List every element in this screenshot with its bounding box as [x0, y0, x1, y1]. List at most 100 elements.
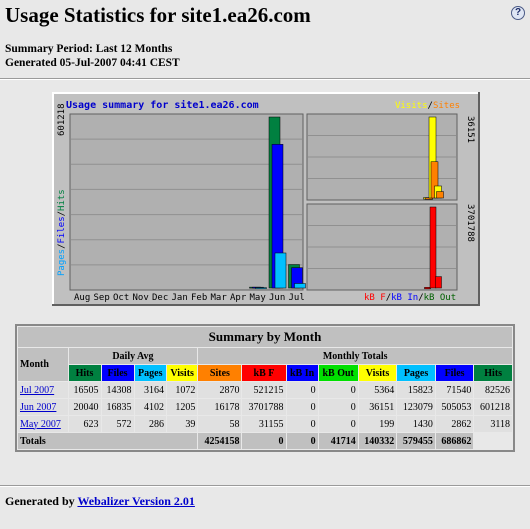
month-label-may: May [250, 293, 267, 303]
month-label-mar: Mar [211, 293, 228, 303]
table-cell: 0 [318, 399, 358, 415]
footer: Generated by Webalizer Version 2.01 [5, 494, 195, 509]
month-label-sep: Sep [94, 293, 110, 303]
divider [0, 485, 530, 487]
table-cell: 3701788 [242, 399, 286, 415]
table-cell: 58 [198, 416, 242, 432]
totals-cell: 41714 [318, 433, 358, 449]
col-header-pages: Pages [134, 365, 166, 381]
col-header-visits: Visits [166, 365, 198, 381]
divider [0, 78, 530, 80]
monthly-totals-header: Monthly Totals [198, 348, 512, 364]
totals-cell: 4254158 [198, 433, 242, 449]
left-axis-label: Pages/Files/Hits [57, 189, 67, 276]
table-cell: 2862 [435, 416, 474, 432]
col-header-kb-in: kB In [286, 365, 318, 381]
page-title: Usage Statistics for site1.ea26.com [5, 3, 311, 27]
webalizer-link[interactable]: Webalizer Version 2.01 [77, 494, 194, 508]
table-row: May 2007 623 572 286 39 58 31155 0 0 199 1430 2862 3… [18, 416, 512, 432]
legend-bottom-text: kB F/kB In/kB Out [364, 293, 456, 303]
table-cell: 1205 [166, 399, 198, 415]
col-header-files: Files [101, 365, 134, 381]
table-cell: 1072 [166, 382, 198, 398]
table-cell: 505053 [435, 399, 474, 415]
legend-top-item: Sites [433, 101, 460, 111]
table-cell: 20040 [68, 399, 101, 415]
help-icon[interactable]: ? [511, 6, 525, 20]
table-cell: 0 [318, 416, 358, 432]
col-header-hits: Hits [68, 365, 101, 381]
col-header-pages: Pages [397, 365, 435, 381]
month-cell: Jun 2007 [18, 399, 68, 415]
right-top-max: 36151 [465, 116, 475, 143]
month-link[interactable]: Jul 2007 [20, 385, 54, 396]
col-header-visits: Visits [358, 365, 397, 381]
left-axis-max: 601218 [57, 103, 67, 136]
totals-cell: 0 [242, 433, 286, 449]
month-label-feb: Feb [191, 293, 207, 303]
month-label-dec: Dec [152, 293, 168, 303]
col-header-sites: Sites [198, 365, 242, 381]
col-header-kb-f: kB F [242, 365, 286, 381]
generated-date: Generated 05-Jul-2007 04:41 CEST [5, 57, 180, 69]
table-cell: 31155 [242, 416, 286, 432]
bar-kbf-jul [435, 276, 442, 289]
summary-table-title: Summary by Month [18, 327, 512, 347]
left-axis-files: Files [57, 216, 67, 243]
table-cell: 3118 [474, 416, 512, 432]
bar-kbf-jun [429, 206, 437, 289]
usage-summary-graph: Usage summary for site1.ea26.com Visits/… [52, 92, 480, 306]
col-header-files: Files [435, 365, 474, 381]
month-link[interactable]: May 2007 [20, 419, 61, 430]
usage-graph-svg: Usage summary for site1.ea26.com Visits/… [52, 92, 480, 306]
legend-top: Visits/Sites [395, 101, 460, 111]
table-cell: 0 [286, 416, 318, 432]
table-cell: 4102 [134, 399, 166, 415]
left-axis-pages: Pages [57, 249, 67, 276]
summary-period: Summary Period: Last 12 Months [5, 43, 173, 55]
table-cell: 1430 [397, 416, 435, 432]
table-cell: 0 [286, 382, 318, 398]
table-cell: 572 [101, 416, 134, 432]
bar-kbf-may [424, 287, 431, 290]
table-cell: 82526 [474, 382, 512, 398]
month-cell: Jul 2007 [18, 382, 68, 398]
table-cell: 16505 [68, 382, 101, 398]
table-cell: 36151 [358, 399, 397, 415]
table-cell: 71540 [435, 382, 474, 398]
month-rows: Jul 2007 16505 14308 3164 1072 2870 521215 0 0 53… [18, 382, 512, 432]
left-axis-hits: Hits [57, 189, 67, 211]
table-cell: 0 [286, 399, 318, 415]
table-row: Jul 2007 16505 14308 3164 1072 2870 521215 0 0 53… [18, 382, 512, 398]
totals-cell: 0 [286, 433, 318, 449]
legend-bottom-item: kB Out [424, 293, 457, 303]
summary-table: Summary by Month Month Daily Avg Monthly… [15, 324, 515, 452]
table-cell: 0 [318, 382, 358, 398]
table-cell: 199 [358, 416, 397, 432]
totals-cell: 140332 [358, 433, 397, 449]
table-cell: 601218 [474, 399, 512, 415]
month-label-aug: Aug [74, 293, 90, 303]
table-cell: 16178 [198, 399, 242, 415]
month-label-apr: Apr [230, 293, 247, 303]
table-cell: 123079 [397, 399, 435, 415]
table-cell: 286 [134, 416, 166, 432]
table-cell: 16835 [101, 399, 134, 415]
right-bottom-max: 3701788 [465, 204, 475, 242]
daily-avg-header: Daily Avg [68, 348, 198, 364]
month-label-jul: Jul [289, 293, 305, 303]
footer-prefix: Generated by [5, 494, 75, 508]
month-label-oct: Oct [113, 293, 129, 303]
month-cell: May 2007 [18, 416, 68, 432]
column-header-row: Hits Files Pages Visits Sites kB FkB In kB Out… [18, 365, 512, 381]
month-header: Month [18, 348, 68, 381]
bar-sites-jul [436, 191, 444, 199]
totals-cell: 686862 [435, 433, 474, 449]
bar-pages-jun [274, 252, 287, 289]
bar-pages-jul [294, 283, 306, 289]
totals-row: Totals 4254158 0 0 41714 140332 579455 686862 [18, 433, 512, 449]
table-cell: 5364 [358, 382, 397, 398]
legend-bottom-item: kB F [364, 293, 386, 303]
month-link[interactable]: Jun 2007 [20, 402, 56, 413]
totals-label: Totals [18, 433, 198, 449]
